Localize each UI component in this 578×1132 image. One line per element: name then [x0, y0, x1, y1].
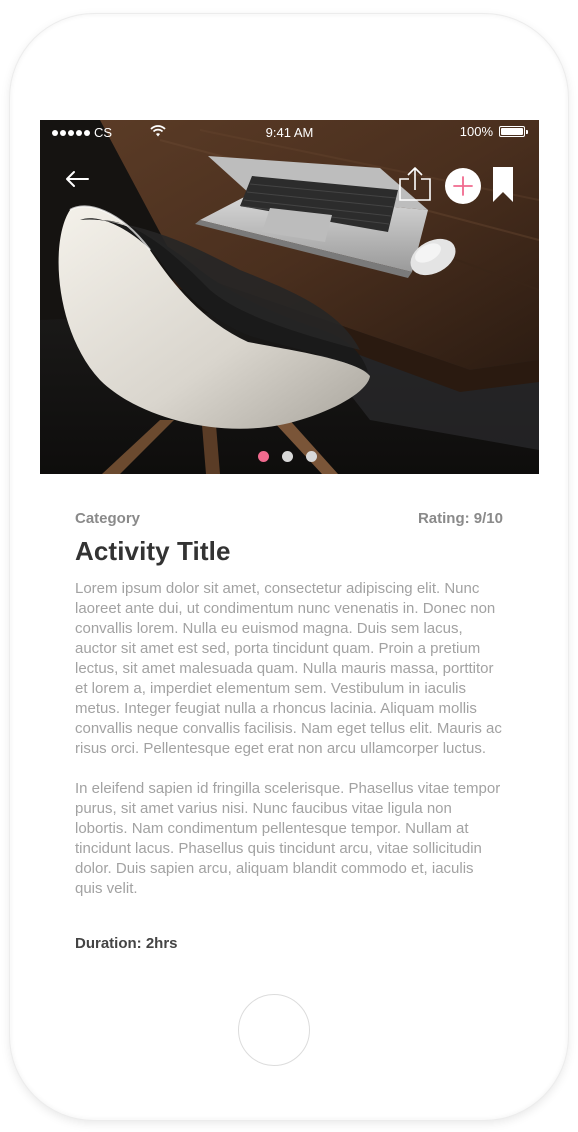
rating-label: Rating: 9/10: [417, 510, 503, 527]
meta-row: Category Rating: 9/10: [75, 510, 503, 527]
share-icon[interactable]: [398, 166, 432, 202]
plus-icon: [453, 176, 473, 196]
pager-dot[interactable]: [282, 451, 293, 462]
pager-dot[interactable]: [258, 451, 269, 462]
duration-label: Duration: 2hrs: [75, 935, 178, 952]
hero-image-carousel[interactable]: CS 9:41 AM 100%: [40, 120, 539, 474]
category-label: Category: [75, 510, 141, 527]
status-bar: CS 9:41 AM 100%: [40, 120, 539, 144]
add-button[interactable]: [445, 168, 481, 204]
carousel-pager[interactable]: [258, 451, 317, 462]
pager-dot[interactable]: [306, 451, 317, 462]
description-paragraph-2: In eleifend sapien id fringilla sceleris…: [75, 780, 501, 897]
activity-title: Activity Title: [75, 536, 231, 566]
bookmark-icon[interactable]: [492, 167, 514, 203]
description-paragraph-1: Lorem ipsum dolor sit amet, consectetur …: [75, 580, 502, 757]
battery-icon: [499, 126, 528, 137]
back-arrow-icon[interactable]: [64, 168, 90, 190]
battery-percentage: 100%: [459, 124, 493, 139]
activity-details: Category Rating: 9/10 Activity Title Lor…: [75, 510, 503, 952]
home-button[interactable]: [238, 994, 310, 1066]
